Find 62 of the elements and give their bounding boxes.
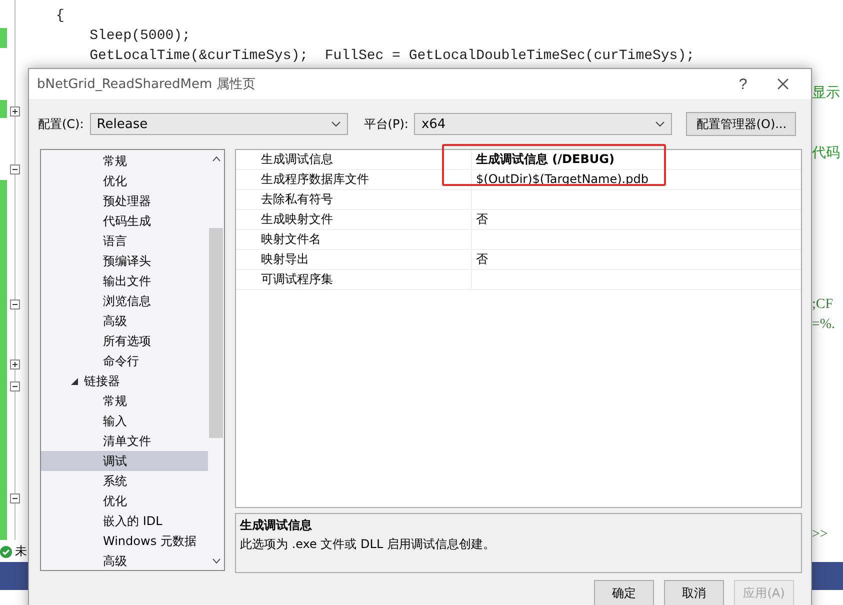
status-bar [0,562,28,590]
tree-item[interactable]: 调试 [41,451,208,471]
property-name[interactable]: 可调试程序集 [236,270,471,289]
property-name[interactable]: 映射文件名 [236,230,471,249]
tree-item[interactable]: 常规 [41,391,208,411]
tree-item[interactable]: Windows 元数据 [41,531,208,551]
code-line: { [55,7,66,26]
property-name[interactable]: 生成调试信息 [236,150,471,169]
code-fragment: 代码 [812,145,840,162]
property-value[interactable]: 否 [471,250,801,269]
code-fragment: =%. [812,317,836,333]
description-text: 此选项为 .exe 文件或 DLL 启用调试信息创建。 [240,536,496,553]
tree-item[interactable]: 浏览信息 [41,291,208,311]
tree-item[interactable]: 所有选项 [41,331,208,351]
tree-item[interactable]: 链接器 [41,371,208,391]
dropdown-caret-icon [330,121,341,127]
dropdown-caret-icon [655,121,666,127]
tree-item[interactable]: 系统 [41,471,208,491]
description-title: 生成调试信息 [240,517,313,534]
tree-item[interactable]: 常规 [41,151,208,171]
tree-item[interactable]: 高级 [41,311,208,331]
expand-triangle-icon[interactable] [71,378,78,384]
config-label: 配置(C): [38,116,84,132]
dialog-button[interactable]: 取消 [664,580,724,605]
status-text: 未 [15,543,27,560]
platform-dropdown[interactable]: x64 [414,113,672,135]
code-fragment: ;CF [812,297,834,313]
tree-item[interactable]: 优化 [41,491,208,511]
tree-item[interactable]: 命令行 [41,351,208,371]
property-value[interactable]: $(OutDir)$(TargetName).pdb [471,170,801,189]
help-button[interactable]: ? [723,69,763,99]
tree-item[interactable]: 输入 [41,411,208,431]
check-circle-icon [0,546,12,558]
config-dropdown[interactable]: Release [90,113,348,135]
tree-item[interactable]: 优化 [41,171,208,191]
status-bar [810,562,843,590]
tree-item[interactable]: 输出文件 [41,271,208,291]
code-fragment: >> [812,527,828,543]
code-fragment: 显示 [812,85,840,102]
property-name[interactable]: 映射导出 [236,250,471,269]
property-value[interactable]: 否 [471,210,801,229]
scroll-up-icon[interactable] [212,156,220,162]
window-title: bNetGrid_ReadSharedMem 属性页 [37,76,256,93]
tree-item[interactable]: 语言 [41,231,208,251]
tree-item[interactable]: 预处理器 [41,191,208,211]
property-name[interactable]: 生成映射文件 [236,210,471,229]
property-name[interactable]: 生成程序数据库文件 [236,170,471,189]
tree-item[interactable]: 代码生成 [41,211,208,231]
dialog-button[interactable]: 确定 [594,580,654,605]
tree-item[interactable]: 预编译头 [41,251,208,271]
tree-item[interactable]: 嵌入的 IDL [41,511,208,531]
tree-item[interactable]: 清单文件 [41,431,208,451]
tree-item[interactable]: 高级 [41,551,208,571]
config-manager-button[interactable]: 配置管理器(O)... [686,112,796,136]
property-value[interactable]: 生成调试信息 (/DEBUG) [471,150,801,169]
property-name[interactable]: 去除私有符号 [236,190,471,209]
scroll-down-icon[interactable] [212,558,220,564]
close-icon [777,78,789,90]
code-line: Sleep(5000); [88,27,192,46]
code-line: GetLocalTime(&curTimeSys); FullSec = GetLocalDoubleTimeSec(curTimeSys); [88,47,696,66]
scroll-thumb[interactable] [209,228,223,438]
platform-label: 平台(P): [364,116,408,132]
